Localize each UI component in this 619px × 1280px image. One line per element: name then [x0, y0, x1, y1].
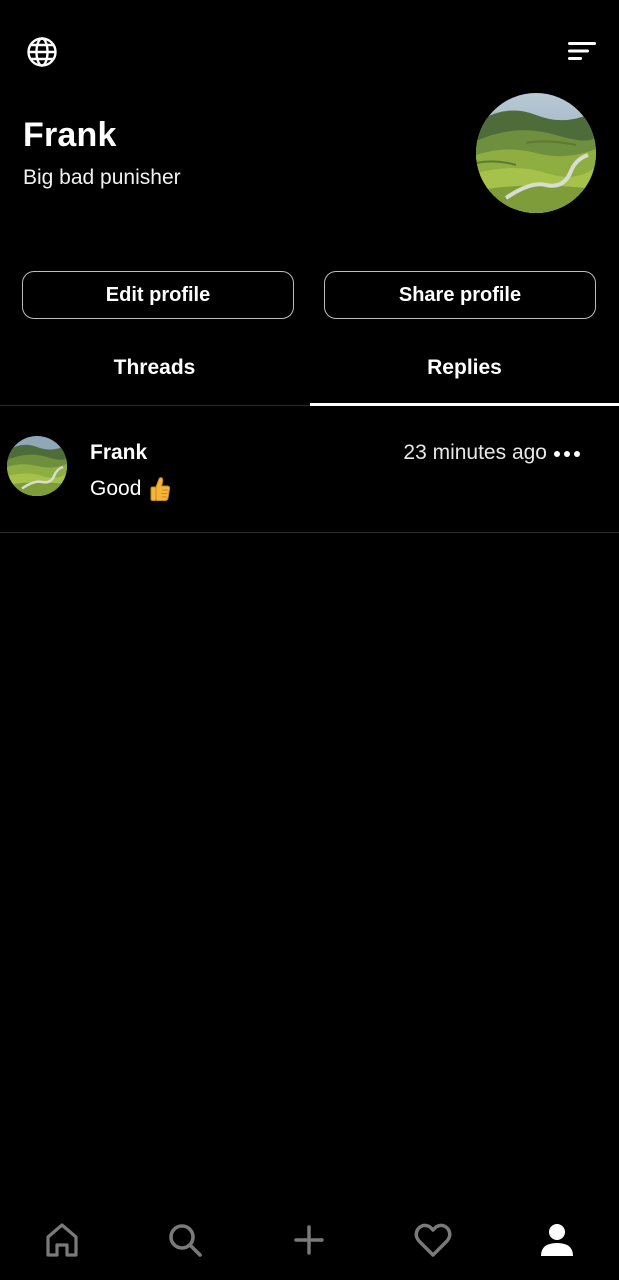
- search-icon[interactable]: [163, 1218, 207, 1262]
- avatar[interactable]: [476, 93, 596, 213]
- profile-tabs: Threads Replies: [0, 340, 619, 406]
- profile-icon[interactable]: [535, 1218, 579, 1262]
- active-tab-indicator: [310, 403, 619, 406]
- reply-content: Good: [90, 476, 171, 502]
- reply-avatar[interactable]: [7, 436, 67, 496]
- home-icon[interactable]: [40, 1218, 84, 1262]
- globe-icon[interactable]: [24, 34, 60, 70]
- reply-author[interactable]: Frank: [90, 441, 147, 465]
- bottom-navigation: [0, 1200, 619, 1280]
- more-options-icon[interactable]: [552, 443, 582, 465]
- reply-timestamp: 23 minutes ago: [403, 441, 547, 464]
- share-profile-button[interactable]: Share profile: [324, 271, 596, 319]
- profile-screen: Frank Big bad punisher Edit profile Shar…: [0, 0, 619, 1280]
- tab-threads[interactable]: Threads: [0, 340, 309, 406]
- heart-icon[interactable]: [411, 1218, 455, 1262]
- thumbs-up-icon: [149, 476, 171, 502]
- reply-item[interactable]: Frank 23 minutes ago Good: [0, 407, 619, 533]
- top-bar: [0, 0, 619, 100]
- profile-name: Frank: [23, 116, 117, 154]
- profile-bio: Big bad punisher: [23, 166, 181, 189]
- edit-profile-button[interactable]: Edit profile: [22, 271, 294, 319]
- plus-icon[interactable]: [287, 1218, 331, 1262]
- tab-replies[interactable]: Replies: [310, 340, 619, 406]
- reply-text: Good: [90, 477, 142, 500]
- sort-menu-icon[interactable]: [564, 36, 600, 66]
